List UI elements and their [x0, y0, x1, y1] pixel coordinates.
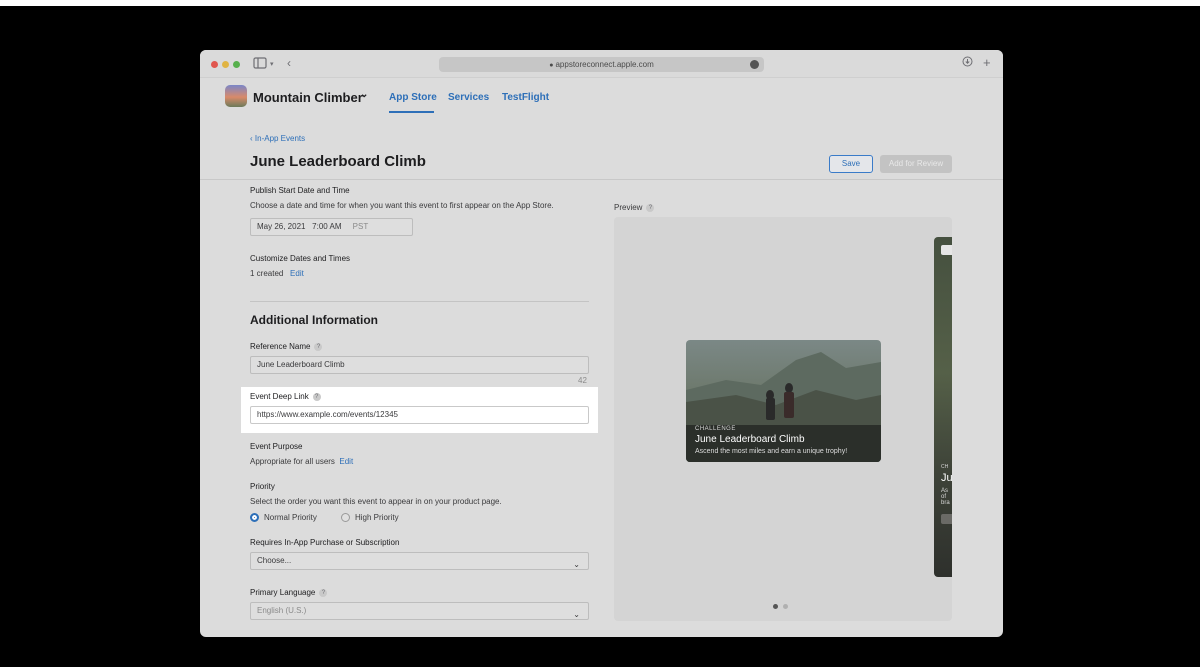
chevron-down-icon[interactable]: ▾ — [270, 60, 274, 68]
minimize-window-button[interactable] — [222, 61, 229, 68]
card-subtitle: Ascend the most miles and earn a unique … — [695, 448, 848, 455]
event-purpose-value: Appropriate for all users Edit — [250, 457, 353, 466]
event-deep-link-label: Event Deep Link? — [250, 392, 321, 401]
card-title: June Leaderboard Climb — [695, 434, 805, 445]
url-text: appstoreconnect.apple.com — [555, 60, 654, 69]
app-name[interactable]: Mountain Climber — [253, 90, 363, 105]
tab-testflight[interactable]: TestFlight — [502, 92, 549, 103]
customize-dates-label: Customize Dates and Times — [250, 254, 351, 263]
preview-pagination — [773, 596, 793, 614]
chevron-down-icon: ⌄ — [573, 560, 580, 569]
tab-services[interactable]: Services — [448, 92, 489, 103]
publish-start-description: Choose a date and time for when you want… — [250, 201, 554, 210]
additional-information-heading: Additional Information — [250, 313, 378, 327]
event-deep-link-input[interactable]: https://www.example.com/events/12345 — [250, 406, 589, 424]
primary-language-value: English (U.S.) — [257, 606, 307, 615]
back-link-label: In-App Events — [254, 134, 306, 143]
save-button[interactable]: Save — [829, 155, 873, 173]
primary-language-label-text: Primary Language — [250, 588, 316, 597]
reference-name-label: Reference Name? — [250, 342, 323, 351]
chevron-down-icon[interactable]: ⌄ — [360, 89, 368, 100]
page-title: June Leaderboard Climb — [250, 153, 426, 170]
customize-count: 1 created — [250, 269, 284, 278]
card2-text: CH Ju As of bra — [941, 464, 952, 524]
reference-name-label-text: Reference Name — [250, 342, 311, 351]
close-window-button[interactable] — [211, 61, 218, 68]
primary-language-label: Primary Language? — [250, 588, 328, 597]
priority-label: Priority — [250, 482, 275, 491]
sidebar-icon[interactable] — [253, 57, 267, 72]
extension-icon[interactable] — [750, 60, 759, 69]
customize-edit-link[interactable]: Edit — [290, 269, 304, 278]
iap-label: Requires In-App Purchase or Subscription — [250, 538, 400, 547]
browser-toolbar: ▾ ‹ ● appstoreconnect.apple.com + — [200, 50, 1003, 78]
event-deep-link-label-text: Event Deep Link — [250, 392, 309, 401]
preview-label-text: Preview — [614, 203, 643, 212]
active-tab-indicator — [389, 111, 434, 113]
tab-app-store[interactable]: App Store — [389, 92, 437, 103]
publish-timezone: PST — [352, 222, 369, 231]
pagination-dot[interactable] — [783, 604, 788, 609]
header-divider — [200, 179, 1003, 180]
address-bar[interactable]: ● appstoreconnect.apple.com — [439, 57, 764, 72]
iap-select-value: Choose... — [257, 556, 292, 565]
iap-select[interactable]: Choose... ⌄ — [250, 552, 589, 570]
event-purpose-label: Event Purpose — [250, 442, 303, 451]
help-icon[interactable]: ? — [314, 342, 323, 351]
customize-dates-value: 1 created Edit — [250, 269, 304, 278]
add-for-review-button[interactable]: Add for Review — [880, 155, 952, 173]
event-card-preview[interactable]: CHALLENGE June Leaderboard Climb Ascend … — [686, 340, 881, 462]
card-badge — [941, 245, 952, 255]
event-card-preview-large[interactable]: CH Ju As of bra — [934, 237, 952, 577]
card2-line-3: bra — [941, 500, 950, 506]
preview-label: Preview? — [614, 203, 655, 212]
chevron-left-icon[interactable]: ‹ — [287, 56, 291, 70]
plus-icon[interactable]: + — [983, 55, 991, 70]
priority-description: Select the order you want this event to … — [250, 497, 502, 506]
help-icon[interactable]: ? — [312, 392, 321, 401]
back-link[interactable]: ‹ In-App Events — [250, 134, 305, 143]
reference-name-input[interactable]: June Leaderboard Climb — [250, 356, 589, 374]
normal-priority-radio[interactable] — [250, 513, 259, 522]
event-purpose-edit-link[interactable]: Edit — [339, 457, 353, 466]
browser-window: ▾ ‹ ● appstoreconnect.apple.com + Mountai… — [200, 50, 1003, 637]
pagination-dot-active[interactable] — [773, 604, 778, 609]
top-strip — [0, 0, 1200, 6]
help-icon[interactable]: ? — [646, 203, 655, 212]
preview-panel: CHALLENGE June Leaderboard Climb Ascend … — [614, 217, 952, 621]
section-divider — [250, 301, 589, 302]
primary-language-select[interactable]: English (U.S.) ⌄ — [250, 602, 589, 620]
publish-date: May 26, 2021 — [257, 222, 306, 231]
event-purpose-text: Appropriate for all users — [250, 457, 335, 466]
lock-icon: ● — [549, 62, 554, 69]
help-icon[interactable]: ? — [319, 588, 328, 597]
download-icon[interactable] — [962, 56, 973, 70]
normal-priority-label[interactable]: Normal Priority — [264, 513, 317, 522]
reference-name-counter: 42 — [578, 376, 587, 385]
chevron-down-icon: ⌄ — [573, 610, 580, 619]
high-priority-label[interactable]: High Priority — [355, 513, 399, 522]
zoom-window-button[interactable] — [233, 61, 240, 68]
publish-start-label: Publish Start Date and Time — [250, 186, 350, 195]
high-priority-radio[interactable] — [341, 513, 350, 522]
card2-button — [941, 514, 952, 524]
publish-time: 7:00 AM — [312, 222, 342, 231]
app-icon — [225, 85, 247, 107]
card2-tag: CH — [941, 464, 949, 470]
card-text: CHALLENGE June Leaderboard Climb Ascend … — [695, 426, 847, 455]
card-tag: CHALLENGE — [695, 426, 736, 432]
event-deep-link-highlight: Event Deep Link? https://www.example.com… — [241, 387, 598, 433]
publish-start-field[interactable]: May 26, 2021 7:00 AM PST — [250, 218, 413, 236]
card2-title: Ju — [941, 472, 952, 484]
